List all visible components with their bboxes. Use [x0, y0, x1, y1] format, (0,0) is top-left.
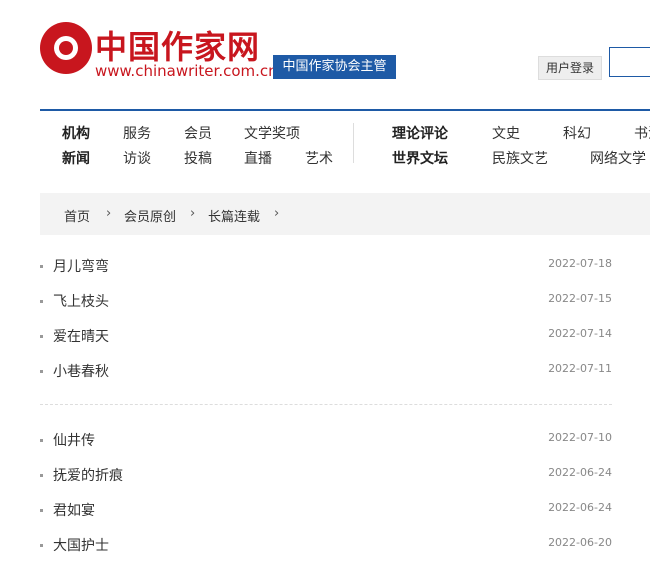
article-date: 2022-06-24	[548, 501, 612, 514]
nav-item-theory[interactable]: 理论评论	[392, 123, 448, 143]
article-date: 2022-07-10	[548, 431, 612, 444]
nav-item-members[interactable]: 会员	[184, 123, 212, 143]
list-item[interactable]: 仙井传 2022-07-10	[40, 430, 612, 450]
article-title[interactable]: 爱在晴天	[53, 326, 109, 346]
breadcrumb-member-original[interactable]: 会员原创	[124, 206, 176, 225]
logo-url[interactable]: www.chinawriter.com.cn	[95, 62, 278, 80]
nav-item-interviews[interactable]: 访谈	[123, 148, 151, 168]
nav-item-ethnic-arts[interactable]: 民族文艺	[492, 148, 548, 168]
article-date: 2022-06-24	[548, 466, 612, 479]
bullet-icon	[40, 474, 43, 477]
article-date: 2022-07-11	[548, 362, 612, 375]
article-date: 2022-07-18	[548, 257, 612, 270]
nav-item-calligraphy[interactable]: 书法	[634, 123, 650, 143]
login-button[interactable]: 用户登录	[538, 56, 602, 80]
nav-item-submit[interactable]: 投稿	[184, 148, 212, 168]
search-input[interactable]	[609, 47, 650, 77]
nav-item-live[interactable]: 直播	[244, 148, 272, 168]
nav-divider	[40, 109, 650, 111]
list-divider	[40, 404, 612, 405]
nav-item-web-literature[interactable]: 网络文学	[590, 148, 646, 168]
article-title[interactable]: 君如宴	[53, 500, 95, 520]
list-item[interactable]: 爱在晴天 2022-07-14	[40, 326, 612, 346]
article-title[interactable]: 仙井传	[53, 430, 95, 450]
list-item[interactable]: 大国护士 2022-06-20	[40, 535, 612, 555]
breadcrumb: 首页 › 会员原创 › 长篇连载 ›	[40, 193, 650, 235]
bullet-icon	[40, 335, 43, 338]
bullet-icon	[40, 265, 43, 268]
nav-separator	[353, 123, 354, 163]
article-title[interactable]: 小巷春秋	[53, 361, 109, 381]
breadcrumb-home[interactable]: 首页	[64, 206, 90, 225]
article-title[interactable]: 飞上枝头	[53, 291, 109, 311]
list-item[interactable]: 抚爱的折痕 2022-06-24	[40, 465, 612, 485]
nav-item-world-literature[interactable]: 世界文坛	[392, 148, 448, 168]
article-date: 2022-07-14	[548, 327, 612, 340]
article-title[interactable]: 大国护士	[53, 535, 109, 555]
bullet-icon	[40, 509, 43, 512]
nav-item-history[interactable]: 文史	[492, 123, 520, 143]
nav-item-scifi[interactable]: 科幻	[563, 123, 591, 143]
chevron-right-icon: ›	[106, 206, 112, 221]
logo-emblem-icon[interactable]	[40, 22, 92, 74]
nav-item-awards[interactable]: 文学奖项	[244, 123, 300, 143]
bullet-icon	[40, 300, 43, 303]
article-date: 2022-06-20	[548, 536, 612, 549]
nav-item-services[interactable]: 服务	[123, 123, 151, 143]
breadcrumb-serial[interactable]: 长篇连载	[208, 206, 260, 225]
chevron-right-icon: ›	[274, 206, 280, 221]
list-item[interactable]: 君如宴 2022-06-24	[40, 500, 612, 520]
article-date: 2022-07-15	[548, 292, 612, 305]
main-nav: 机构 服务 会员 文学奖项 理论评论 文史 科幻 书法 新闻 访谈 投稿 直播 …	[0, 118, 650, 178]
nav-item-news[interactable]: 新闻	[62, 148, 90, 168]
list-item[interactable]: 飞上枝头 2022-07-15	[40, 291, 612, 311]
bullet-icon	[40, 439, 43, 442]
nav-item-institution[interactable]: 机构	[62, 123, 90, 143]
bullet-icon	[40, 370, 43, 373]
article-title[interactable]: 抚爱的折痕	[53, 465, 123, 485]
bullet-icon	[40, 544, 43, 547]
article-title[interactable]: 月儿弯弯	[53, 256, 109, 276]
list-item[interactable]: 月儿弯弯 2022-07-18	[40, 256, 612, 276]
org-badge: 中国作家协会主管	[273, 55, 396, 79]
nav-item-arts[interactable]: 艺术	[305, 148, 333, 168]
list-item[interactable]: 小巷春秋 2022-07-11	[40, 361, 612, 381]
chevron-right-icon: ›	[190, 206, 196, 221]
